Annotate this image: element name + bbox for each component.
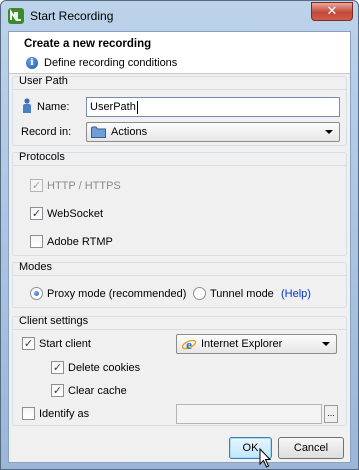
clear-cache-label: Clear cache bbox=[68, 385, 127, 397]
websocket-checkbox[interactable]: ✓ bbox=[30, 207, 43, 220]
header-title: Create a new recording bbox=[24, 38, 152, 50]
tunnel-mode-label: Tunnel mode bbox=[210, 288, 274, 300]
user-icon bbox=[23, 98, 31, 113]
help-link[interactable]: (Help) bbox=[281, 288, 311, 300]
identify-as-label: Identify as bbox=[39, 408, 90, 420]
dialog-body: Create a new recording i Define recordin… bbox=[8, 31, 351, 468]
protocols-group-label: Protocols bbox=[19, 151, 65, 163]
name-label: Name: bbox=[37, 101, 70, 113]
start-client-label: Start client bbox=[39, 338, 91, 350]
client-settings-group-label: Client settings bbox=[19, 315, 89, 327]
header-subtitle: Define recording conditions bbox=[44, 57, 178, 69]
adobe-rtmp-label: Adobe RTMP bbox=[47, 236, 113, 248]
browser-select[interactable]: e Internet Explorer bbox=[176, 334, 337, 354]
client-settings-group: Client settings ✓ Start client e Interne… bbox=[12, 315, 347, 426]
name-input[interactable]: UserPath bbox=[86, 97, 340, 117]
window-title: Start Recording bbox=[30, 9, 114, 23]
start-client-checkbox[interactable]: ✓ bbox=[22, 337, 35, 350]
folder-icon bbox=[91, 126, 106, 138]
mouse-cursor-icon bbox=[259, 448, 272, 468]
delete-cookies-checkbox[interactable]: ✓ bbox=[51, 361, 64, 374]
tunnel-mode-radio[interactable] bbox=[193, 287, 206, 300]
protocols-group: Protocols ✓ HTTP / HTTPS ✓ WebSocket Ado… bbox=[12, 151, 347, 256]
start-recording-dialog: Start Recording ✕ Create a new recording… bbox=[0, 0, 359, 470]
neoload-app-icon bbox=[8, 8, 24, 24]
adobe-rtmp-checkbox[interactable] bbox=[30, 235, 43, 248]
chevron-down-icon bbox=[322, 342, 330, 346]
record-in-select[interactable]: Actions bbox=[86, 122, 340, 142]
title-bar[interactable]: Start Recording ✕ bbox=[1, 1, 358, 31]
browser-value: Internet Explorer bbox=[201, 338, 283, 350]
clear-cache-checkbox[interactable]: ✓ bbox=[51, 384, 64, 397]
user-path-group: User Path Name: UserPath Record in: Acti… bbox=[12, 75, 347, 146]
identify-as-checkbox[interactable] bbox=[22, 407, 35, 420]
modes-group-label: Modes bbox=[19, 261, 53, 273]
chevron-down-icon bbox=[325, 130, 333, 134]
record-in-label: Record in: bbox=[21, 126, 72, 138]
dialog-header: Create a new recording i Define recordin… bbox=[9, 32, 350, 74]
internet-explorer-icon: e bbox=[181, 337, 197, 352]
http-https-label: HTTP / HTTPS bbox=[47, 180, 121, 192]
delete-cookies-label: Delete cookies bbox=[68, 362, 141, 374]
http-https-checkbox[interactable]: ✓ bbox=[30, 179, 43, 192]
svg-text:e: e bbox=[186, 337, 192, 352]
record-in-value: Actions bbox=[111, 126, 148, 138]
user-path-group-label: User Path bbox=[19, 75, 68, 87]
modes-group: Modes Proxy mode (recommended) Tunnel mo… bbox=[12, 261, 347, 308]
identify-as-browse-button[interactable]: ... bbox=[324, 405, 338, 423]
identify-as-input[interactable] bbox=[176, 404, 322, 424]
info-icon: i bbox=[26, 57, 38, 69]
proxy-mode-radio[interactable] bbox=[30, 287, 43, 300]
text-caret bbox=[136, 100, 138, 114]
proxy-mode-label: Proxy mode (recommended) bbox=[47, 288, 187, 300]
cancel-button[interactable]: Cancel bbox=[278, 437, 344, 459]
websocket-label: WebSocket bbox=[47, 208, 104, 220]
close-button[interactable]: ✕ bbox=[311, 2, 353, 21]
name-input-value: UserPath bbox=[90, 101, 136, 113]
